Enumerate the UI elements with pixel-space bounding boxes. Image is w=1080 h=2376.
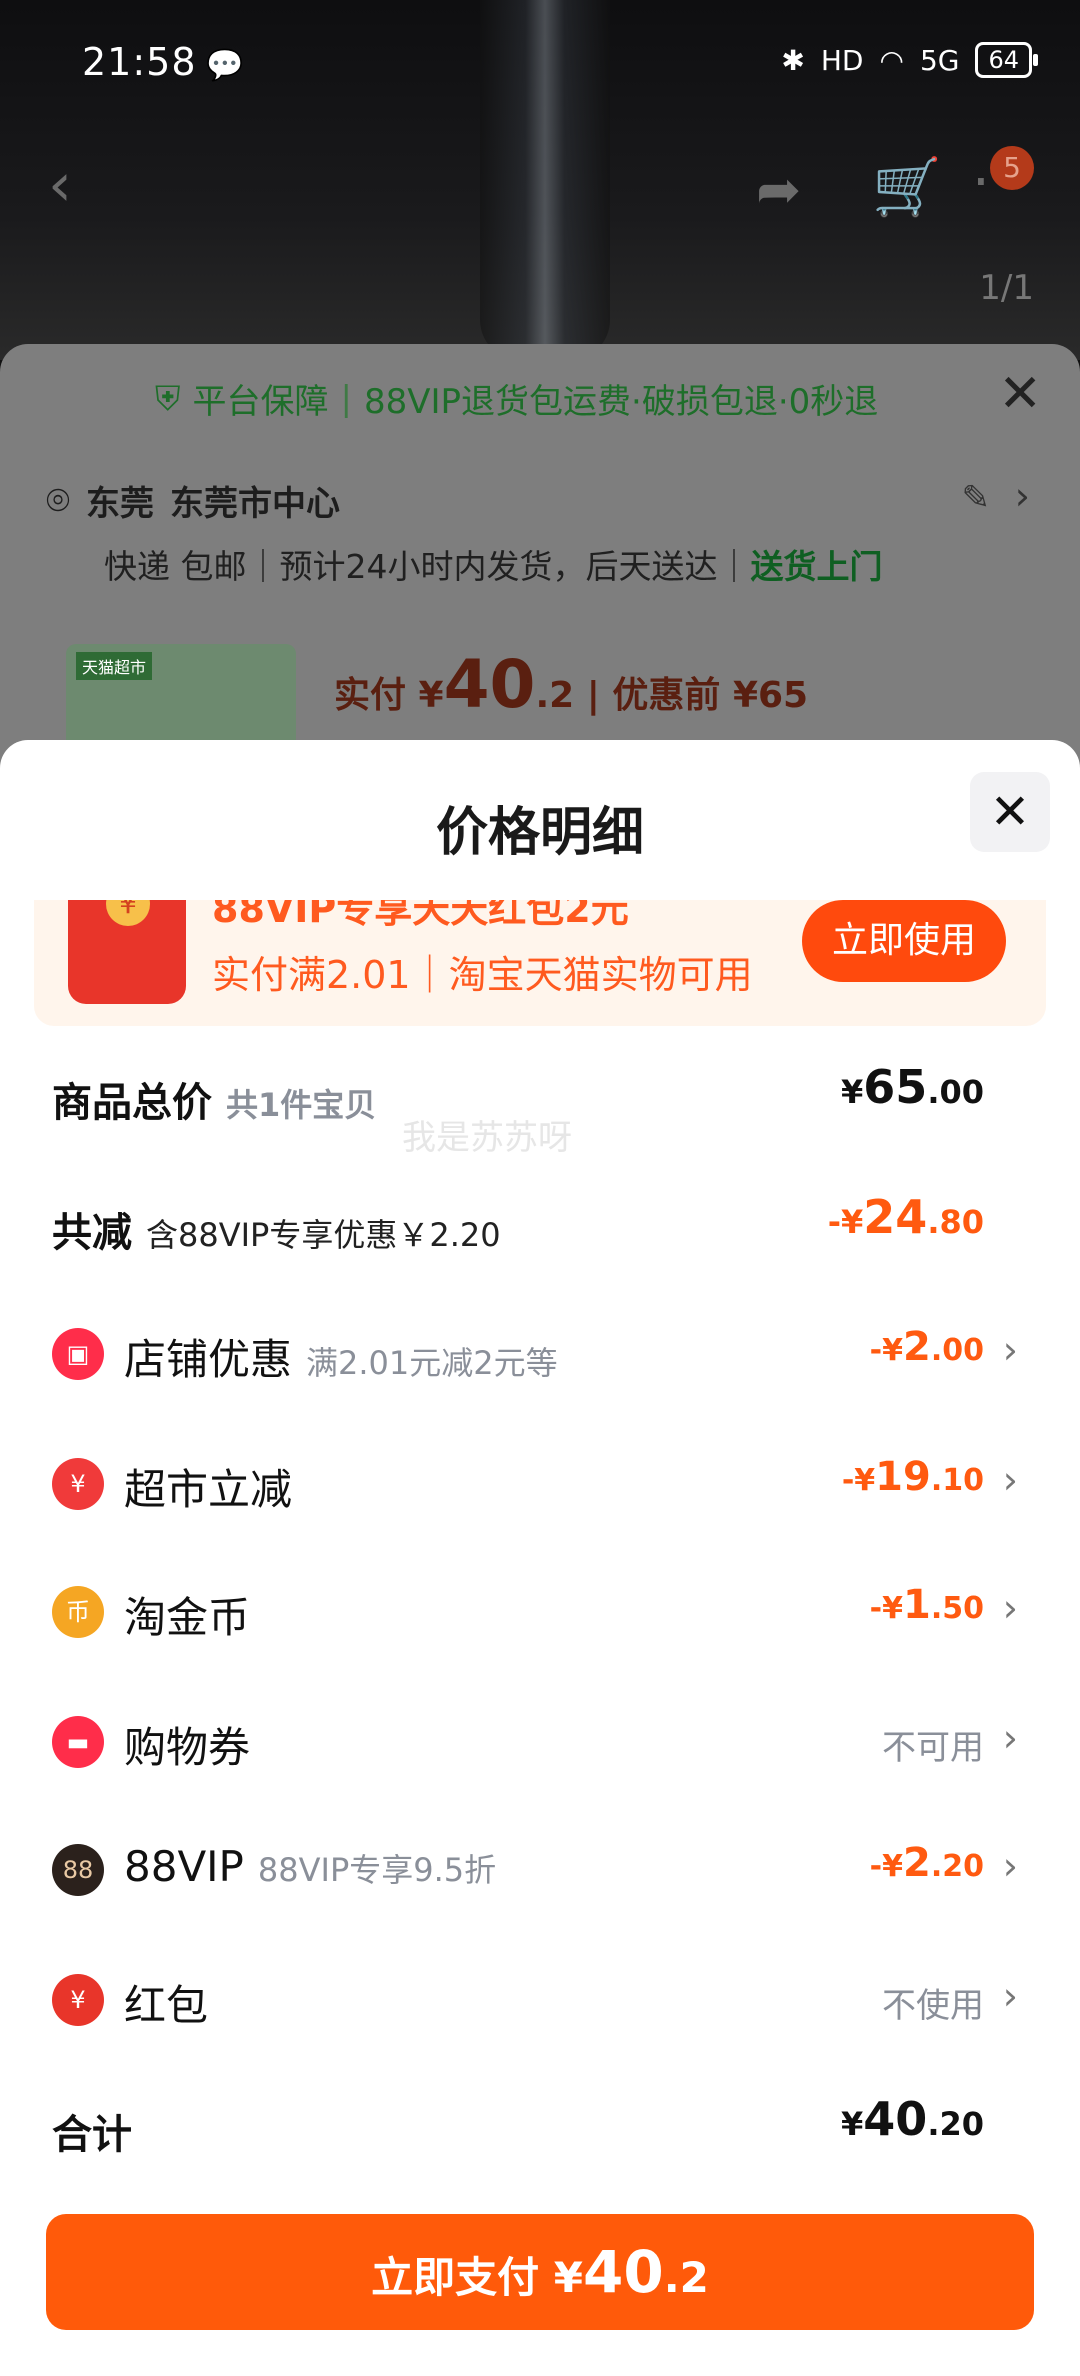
- status-time: 21:58: [82, 40, 197, 84]
- chevron-right-icon: ›: [1002, 1844, 1018, 1888]
- chevron-right-icon: ›: [1002, 1458, 1018, 1502]
- shopping-voucher-row[interactable]: ▬ 购物券 不可用 ›: [0, 1692, 1080, 1792]
- bluetooth-icon: ✱: [781, 43, 805, 77]
- chevron-right-icon: ›: [1002, 1328, 1018, 1372]
- edit-icon[interactable]: ✎: [962, 478, 991, 518]
- total-discount-amount: -¥24.80: [827, 1190, 984, 1244]
- grand-total-row: 合计 ¥40.20: [52, 2092, 984, 2158]
- red-packet-icon: ¥: [52, 1974, 104, 2026]
- use-now-button[interactable]: 立即使用: [802, 900, 1006, 982]
- goods-total-row: 商品总价 共1件宝贝 ¥65.00: [52, 1060, 984, 1126]
- vip88-amount: -¥2.20: [869, 1840, 984, 1886]
- promo-title: 88VIP专享天天红包2元: [212, 900, 629, 931]
- image-pager: 1/1: [979, 268, 1034, 308]
- vip88-row[interactable]: 88 88VIP 88VIP专享9.5折 -¥2.20 ›: [0, 1820, 1080, 1920]
- delivery-location[interactable]: ⌾ 东莞 东莞市中心: [46, 476, 340, 525]
- signal-icon: 5G: [919, 43, 960, 77]
- cart-badge: 5: [990, 146, 1034, 190]
- vip88-icon: 88: [52, 1844, 104, 1896]
- store-discount-amount: -¥2.00: [869, 1324, 984, 1370]
- battery-icon: 64: [975, 42, 1038, 78]
- goods-total-amount: ¥65.00: [841, 1060, 984, 1114]
- red-packet-icon: [68, 900, 186, 1004]
- chevron-right-icon: ›: [1002, 1586, 1018, 1630]
- location-area: 东莞市中心: [170, 484, 340, 524]
- pay-now-button[interactable]: 立即支付 ¥40.2: [46, 2214, 1034, 2330]
- status-bar: 21:58 💬 ✱ HD ◠ 5G 64: [0, 0, 1080, 110]
- paid-price: 实付 ¥40.2 | 优惠前 ¥65: [334, 646, 809, 723]
- gold-coin-row[interactable]: 币 淘金币 -¥1.50 ›: [0, 1562, 1080, 1662]
- wechat-icon: 💬: [206, 48, 244, 83]
- chevron-right-icon: ›: [1002, 1974, 1018, 2018]
- sheet-title: 价格明细: [435, 803, 644, 863]
- guarantee-title: 平台保障: [192, 382, 329, 422]
- cart-icon[interactable]: 🛒: [872, 154, 942, 220]
- gold-coin-amount: -¥1.50: [869, 1582, 984, 1628]
- shield-icon: ⛨: [155, 378, 181, 419]
- vip-red-packet-banner: 88VIP专享天天红包2元 实付满2.01｜淘宝天猫实物可用 立即使用: [34, 900, 1046, 1026]
- guarantee-text: 88VIP退货包运费·破损包退·0秒退: [363, 382, 879, 422]
- chevron-right-icon[interactable]: ›: [1015, 474, 1030, 518]
- store-discount-row[interactable]: ▣ 店铺优惠 满2.01元减2元等 -¥2.00 ›: [0, 1304, 1080, 1404]
- promo-subtitle: 实付满2.01｜淘宝天猫实物可用: [212, 953, 753, 997]
- location-pin-icon: ⌾: [46, 477, 70, 524]
- order-panel-background: ⛨ 平台保障 | 88VIP退货包运费·破损包退·0秒退 ✕ ⌾ 东莞 东莞市中…: [0, 344, 1080, 804]
- location-city: 东莞: [86, 484, 154, 524]
- red-packet-status: 不使用: [882, 1986, 984, 2026]
- wifi-icon: ◠: [879, 43, 904, 77]
- total-discount-row: 共减 含88VIP专享优惠￥2.20 -¥24.80: [52, 1190, 984, 1256]
- shipping-info: 快递 包邮｜预计24小时内发货，后天送达｜送货上门: [104, 547, 883, 586]
- close-icon[interactable]: ✕: [998, 364, 1042, 424]
- platform-guarantee: ⛨ 平台保障 | 88VIP退货包运费·破损包退·0秒退: [155, 374, 878, 423]
- chevron-right-icon: ›: [1002, 1716, 1018, 1760]
- ticket-icon: ▬: [52, 1716, 104, 1768]
- more-icon[interactable]: ·: [972, 150, 990, 215]
- back-icon[interactable]: ‹: [48, 150, 72, 220]
- coin-icon: 币: [52, 1586, 104, 1638]
- grand-total-amount: ¥40.20: [841, 2092, 984, 2146]
- price-detail-sheet: 价格明细 ✕ 88VIP专享天天红包2元 实付满2.01｜淘宝天猫实物可用 立即…: [0, 740, 1080, 2376]
- market-discount-amount: -¥19.10: [841, 1454, 984, 1500]
- red-packet-row[interactable]: ¥ 红包 不使用 ›: [0, 1950, 1080, 2050]
- hd-icon: HD: [820, 43, 864, 77]
- market-discount-row[interactable]: ¥ 超市立减 -¥19.10 ›: [0, 1434, 1080, 1534]
- voucher-status: 不可用: [882, 1728, 984, 1768]
- store-icon: ▣: [52, 1328, 104, 1380]
- close-button[interactable]: ✕: [970, 772, 1050, 852]
- yuan-cut-icon: ¥: [52, 1458, 104, 1510]
- product-nav: ‹ ➦ 🛒 · 5: [0, 140, 1080, 240]
- share-icon[interactable]: ➦: [756, 158, 801, 221]
